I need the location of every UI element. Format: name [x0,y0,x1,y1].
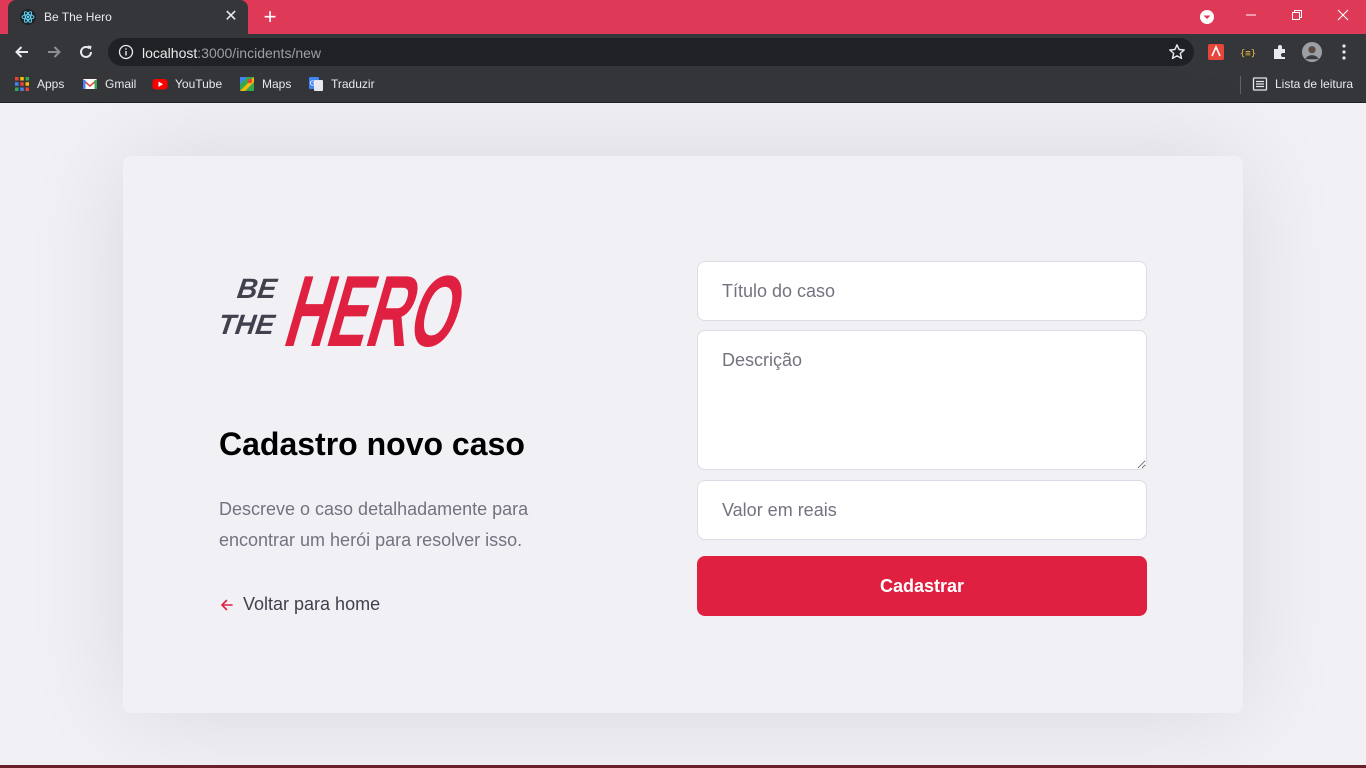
url-path: :3000/incidents/new [197,45,322,61]
window-minimize-icon[interactable] [1228,0,1274,30]
back-arrow-icon[interactable] [10,40,34,64]
new-tab-plus-icon[interactable]: + [258,5,282,29]
address-bar[interactable]: localhost:3000/incidents/new [108,38,1194,66]
case-title-input[interactable] [697,261,1147,321]
page-title: Cadastro novo caso [219,426,525,462]
svg-text:BE: BE [235,273,279,304]
bookmark-youtube[interactable]: YouTube [152,70,222,98]
extensions-puzzle-icon[interactable] [1270,42,1290,62]
page-description: Descreve o caso detalhadamente para enco… [219,499,529,550]
bookmark-label: Maps [262,77,292,91]
react-favicon-icon [20,9,36,25]
new-incident-card: BE THE HERO Cadastro novo caso Descreve … [123,156,1243,713]
translate-icon: G [309,77,323,91]
reading-list-icon [1252,77,1268,91]
bookmark-label: Traduzir [331,77,375,91]
reading-list-label: Lista de leitura [1275,77,1354,91]
reload-icon[interactable] [74,40,98,64]
bookmark-label: Apps [37,77,65,91]
bookmark-traduzir[interactable]: G Traduzir [308,70,375,98]
be-the-hero-logo: BE THE HERO [219,254,471,360]
svg-text:HERO: HERO [275,254,471,360]
submit-button[interactable]: Cadastrar [697,556,1147,616]
tab-title: Be The Hero [44,10,112,24]
case-description-textarea[interactable] [697,330,1147,470]
forward-arrow-icon[interactable] [42,40,66,64]
case-value-input[interactable] [697,480,1147,540]
tab-close-icon[interactable]: ✕ [222,8,240,26]
profile-avatar[interactable] [1302,42,1322,62]
bookmark-label: Gmail [105,77,137,91]
bookmark-label: YouTube [175,77,223,91]
url-text: localhost:3000/incidents/new [142,45,321,61]
url-host: localhost [142,45,198,61]
bookmark-gmail[interactable]: Gmail [82,70,136,98]
apps-grid-icon [15,77,29,91]
reading-list-button[interactable]: Lista de leitura [1252,70,1353,98]
browser-menu-dots-icon[interactable] [1334,42,1354,62]
tab-search-dropdown-icon[interactable] [1197,7,1217,27]
maps-icon [240,77,254,91]
back-to-home-link[interactable]: Voltar para home [219,594,380,615]
bookmark-maps[interactable]: Maps [239,70,291,98]
youtube-icon [152,79,168,90]
window-restore-icon[interactable] [1274,0,1320,30]
browser-tab-active[interactable]: Be The Hero ✕ [8,0,248,34]
page-viewport: BE THE HERO Cadastro novo caso Descreve … [0,103,1366,768]
extension-code-icon[interactable]: {≡} [1238,42,1258,62]
extension-red-icon[interactable] [1206,42,1226,62]
gmail-icon [83,79,97,89]
back-link-label: Voltar para home [243,594,381,614]
site-info-icon[interactable] [118,44,134,60]
window-close-icon[interactable] [1320,0,1366,30]
svg-text:G: G [310,80,315,88]
browser-toolbar: localhost:3000/incidents/new {≡} [0,34,1366,70]
browser-tab-strip: Be The Hero ✕ + [0,0,1366,34]
svg-text:THE: THE [219,309,278,340]
arrow-left-icon [221,599,233,610]
svg-text:{≡}: {≡} [1240,49,1256,59]
bookmarks-bar: Apps Gmail YouTube Maps G Traduzir Lista… [0,70,1366,103]
bookmark-star-icon[interactable] [1168,43,1186,61]
bookmarks-separator [1240,76,1241,94]
bookmark-apps[interactable]: Apps [14,70,64,98]
